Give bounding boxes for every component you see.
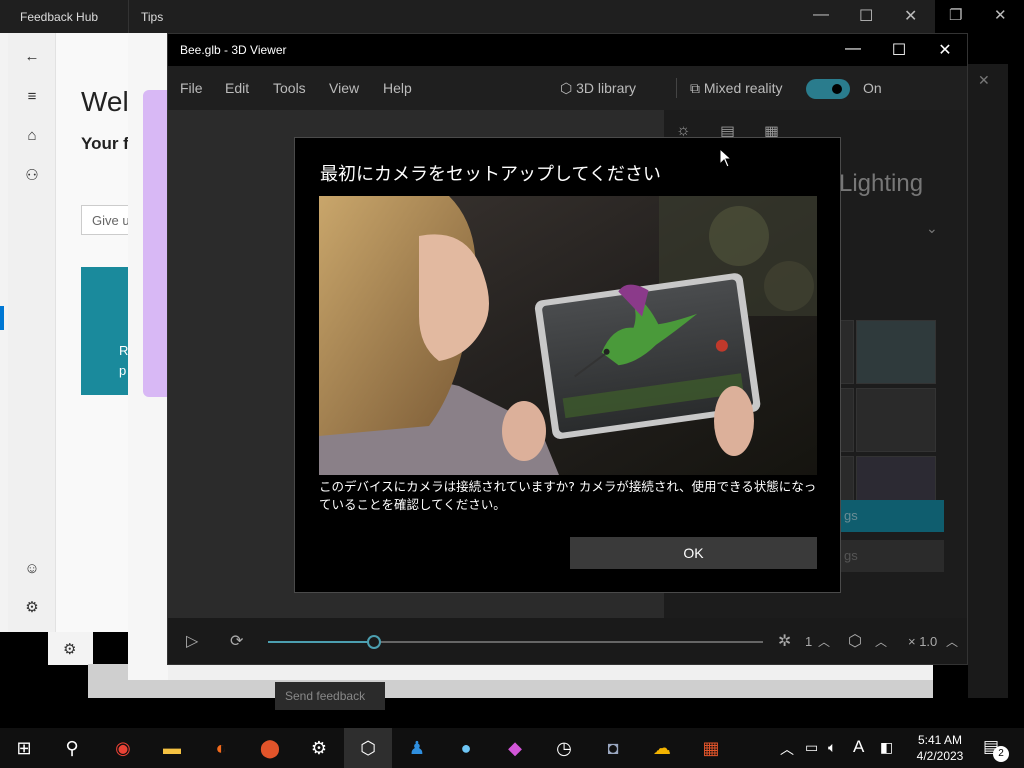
- 3d-viewer-icon[interactable]: ⬡: [355, 736, 381, 760]
- maps-pin-icon[interactable]: ⬤: [257, 736, 283, 760]
- tips-titlebar: Tips — ☐ ✕: [128, 0, 935, 33]
- maximize-icon[interactable]: ☐: [859, 6, 873, 26]
- chevron-up-icon[interactable]: ︿: [946, 633, 958, 650]
- feedback-hub-welcome: Wel: [81, 86, 129, 117]
- volume-icon[interactable]: 🔈︎: [828, 739, 836, 756]
- model-icon[interactable]: ⬡: [848, 631, 862, 651]
- mixed-reality-button[interactable]: ⧉ Mixed reality: [690, 80, 782, 97]
- close-icon[interactable]: ✕: [930, 40, 960, 60]
- minimize-icon[interactable]: —: [813, 6, 829, 24]
- search-icon[interactable]: ⚲: [59, 736, 85, 760]
- restore-icon[interactable]: ❐: [949, 6, 962, 24]
- viewer-menubar: File Edit Tools View Help ⬡ 3D library ⧉…: [168, 66, 967, 110]
- menu-file[interactable]: File: [180, 80, 203, 96]
- menu-view[interactable]: View: [329, 80, 359, 96]
- animation-bar: ▷ ⟳ ✲ 1 ︿ ⬡ ︿ × 1.0 ︿: [168, 618, 967, 664]
- feedback-icon[interactable]: ⚇: [22, 166, 42, 186]
- panel-heading: Lighting: [839, 170, 924, 197]
- chevron-up-icon[interactable]: ︿: [818, 633, 830, 650]
- settings-gear-icon[interactable]: ⚙: [306, 736, 332, 760]
- panel-secondary-button[interactable]: gs: [834, 540, 944, 572]
- minimize-icon[interactable]: —: [838, 40, 868, 58]
- camera-setup-dialog: 最初にカメラをセットアップしてください このデバイスにカメラは接続されていますか…: [294, 137, 841, 593]
- timeline-slider[interactable]: [268, 635, 763, 649]
- feedback-hub-bottom: ⚙: [48, 632, 93, 665]
- panel-primary-button[interactable]: gs: [834, 500, 944, 532]
- menu-tools[interactable]: Tools: [273, 80, 306, 96]
- loop-icon[interactable]: ⟳: [230, 631, 243, 651]
- zoom-level: × 1.0: [908, 634, 938, 649]
- notification-count-badge: 2: [993, 746, 1009, 762]
- network-icon[interactable]: ▭: [805, 739, 818, 756]
- person-holding-tablet-image: [319, 196, 817, 475]
- feedback-hub-title: Feedback Hub: [20, 10, 99, 24]
- animation-count: 1: [805, 634, 813, 649]
- clock-date: 4/2/2023: [916, 749, 964, 763]
- dialog-body: このデバイスにカメラは接続されていますか? カメラが接続され、使用できる状態にな…: [319, 479, 817, 512]
- close-icon[interactable]: ✕: [904, 6, 917, 26]
- toggle-state-label: On: [863, 80, 882, 96]
- mixed-reality-toggle[interactable]: [806, 79, 850, 99]
- timeline-fill: [268, 641, 374, 643]
- ime-indicator[interactable]: A: [853, 737, 864, 757]
- mixed-reality-icon: ⧉: [690, 80, 700, 96]
- taskbar: ⊞ ⚲ ◉ ▬ ◐ ⬤ ⚙ ⬡ ♟ ● ◆ ◷ ◘ ☁ ▦ ︿ ▭ 🔈︎ A ◧…: [0, 728, 1024, 768]
- lighting-preset[interactable]: [856, 320, 936, 384]
- cube-icon: ⬡: [560, 80, 573, 96]
- play-icon[interactable]: ▷: [186, 631, 198, 651]
- mouse-cursor-icon: [719, 148, 733, 168]
- timeline-handle[interactable]: [367, 635, 381, 649]
- animation-icon[interactable]: ✲: [778, 631, 791, 651]
- tips-footer: [128, 664, 933, 680]
- windows-start-icon[interactable]: ⊞: [11, 736, 37, 760]
- paint-3d-icon[interactable]: ◆: [502, 736, 528, 760]
- tips-title: Tips: [141, 10, 164, 24]
- background-panel: ✕: [968, 64, 1008, 698]
- 3d-library-label: 3D library: [576, 80, 637, 96]
- menu-edit[interactable]: Edit: [225, 80, 249, 96]
- close-icon[interactable]: ✕: [994, 6, 1007, 24]
- ok-button[interactable]: OK: [570, 537, 817, 569]
- viewer-title: Bee.glb - 3D Viewer: [180, 43, 287, 57]
- viewer-titlebar: Bee.glb - 3D Viewer — ☐ ✕: [168, 34, 967, 66]
- feedback-hub-subtitle: Your f: [81, 134, 129, 153]
- file-explorer-icon[interactable]: ▬: [159, 736, 185, 760]
- tips-purple-card[interactable]: [143, 90, 168, 397]
- people-icon[interactable]: ♟: [404, 736, 430, 760]
- weather-icon[interactable]: ☁: [649, 736, 675, 760]
- hamburger-menu-icon[interactable]: ≡: [22, 87, 42, 107]
- close-icon[interactable]: ✕: [978, 72, 990, 89]
- settings-gear-icon[interactable]: ⚙: [22, 598, 42, 618]
- dialog-illustration: [319, 196, 817, 475]
- chevron-up-icon[interactable]: ︿: [875, 633, 887, 650]
- add-user-icon[interactable]: ☺: [22, 559, 42, 579]
- clock-app-icon[interactable]: ◷: [551, 736, 577, 760]
- feedback-hub-sidebar: ← ≡ ⌂ ⚇ ☺ ⚙: [8, 33, 56, 632]
- maximize-icon[interactable]: ☐: [884, 40, 914, 60]
- camera-icon[interactable]: ◘: [600, 736, 626, 760]
- home-icon[interactable]: ⌂: [22, 126, 42, 146]
- chevron-down-icon[interactable]: ⌄: [926, 220, 938, 237]
- chrome-icon[interactable]: ◉: [110, 736, 136, 760]
- app-orange-icon[interactable]: ◐: [208, 736, 234, 760]
- gear-icon[interactable]: ⚙: [63, 640, 76, 658]
- menu-help[interactable]: Help: [383, 80, 412, 96]
- back-arrow-icon[interactable]: ←: [22, 47, 42, 67]
- system-clock[interactable]: 5:41 AM 4/2/2023: [910, 732, 970, 764]
- menu-divider: [676, 78, 677, 98]
- send-feedback-button[interactable]: Send feedback: [275, 682, 385, 710]
- chevron-up-icon[interactable]: ︿: [780, 739, 794, 759]
- dialog-title: 最初にカメラをセットアップしてください: [320, 164, 661, 185]
- mixed-reality-label: Mixed reality: [703, 80, 783, 96]
- 3d-library-button[interactable]: ⬡ 3D library: [560, 80, 636, 97]
- clock-time: 5:41 AM: [917, 733, 963, 747]
- selection-indicator: [0, 306, 4, 330]
- lighting-preset[interactable]: [856, 388, 936, 452]
- tips-lightbulb-icon[interactable]: ●: [453, 736, 479, 760]
- store-icon[interactable]: ▦: [698, 736, 724, 760]
- ime-mode-icon[interactable]: ◧: [880, 739, 893, 756]
